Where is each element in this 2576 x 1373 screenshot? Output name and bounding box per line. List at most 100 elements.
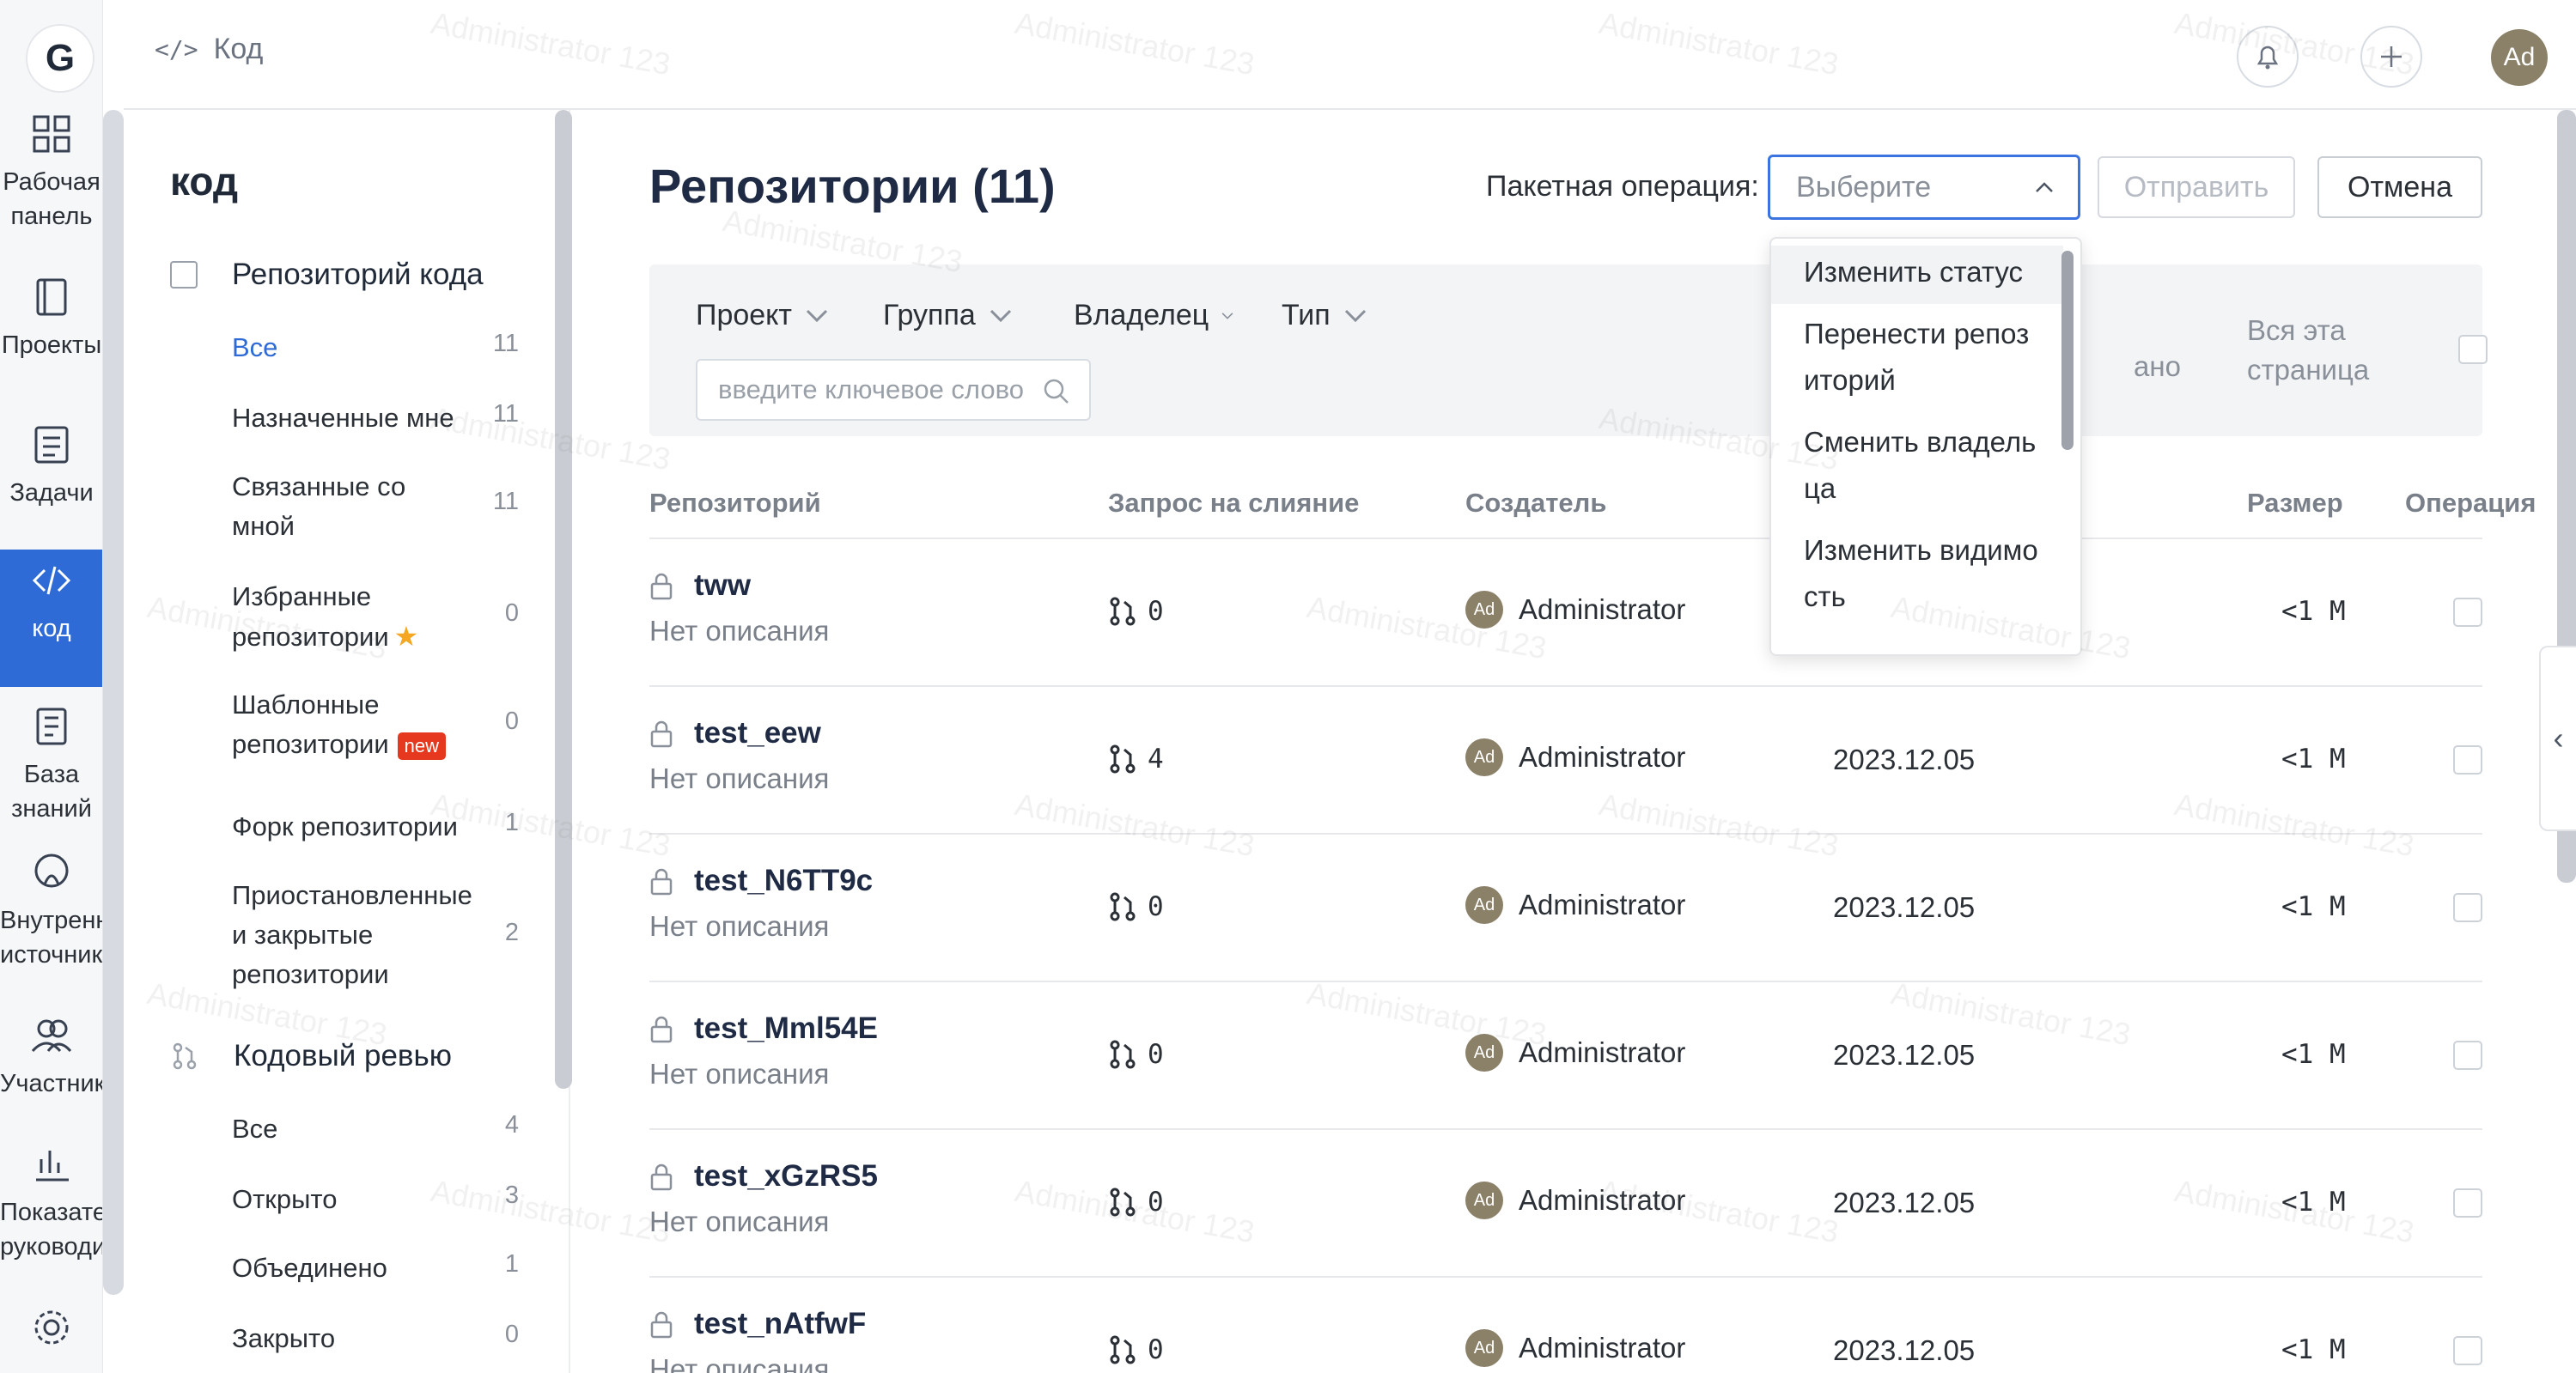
- sidebar-item-label: Шаблонные репозитории: [232, 690, 389, 759]
- top-bar: </> Код: [124, 0, 2576, 110]
- app-rail: G Рабочая панель Проекты Задачи код База…: [0, 0, 103, 1373]
- plus-icon: [2381, 46, 2402, 67]
- sidebar-count: 11: [492, 488, 519, 515]
- merge-request-count[interactable]: 0: [1108, 1039, 1164, 1070]
- sidebar-item-assigned[interactable]: Назначенные мне: [232, 398, 515, 438]
- app-logo[interactable]: G: [26, 24, 94, 93]
- batch-operation-select[interactable]: Выберите: [1768, 155, 2080, 220]
- merge-request-count[interactable]: 0: [1108, 596, 1164, 627]
- repo-name[interactable]: test_xGzRS5: [694, 1159, 878, 1194]
- code-sidebar: код Репозиторий кода Все 11 Назначенные …: [124, 110, 570, 1373]
- rail-scrollbar[interactable]: [103, 110, 124, 1295]
- sidebar-group-repositories[interactable]: Репозиторий кода: [170, 258, 484, 292]
- rail-item-projects[interactable]: Проекты: [0, 266, 102, 404]
- chevron-down-icon: [1344, 309, 1366, 322]
- row-checkbox[interactable]: [2453, 1041, 2482, 1070]
- source-icon: [34, 854, 69, 888]
- lock-icon: [650, 573, 673, 600]
- sidebar-item-all[interactable]: Все: [232, 328, 515, 368]
- creator-avatar: Ad: [1465, 1329, 1503, 1367]
- filter-owner[interactable]: Владелец: [1074, 299, 1234, 332]
- sidebar-count: 0: [504, 708, 519, 735]
- repo-size: <1 M: [2281, 1039, 2346, 1070]
- mr-value: 4: [1148, 744, 1164, 775]
- rail-item-members[interactable]: Участники: [0, 1005, 102, 1142]
- repo-size: <1 M: [2281, 596, 2346, 627]
- review-item-merged[interactable]: Объединено: [232, 1248, 515, 1288]
- sidebar-item-forks[interactable]: Форк репозитории: [232, 807, 515, 847]
- repo-name[interactable]: test_N6TT9c: [694, 864, 873, 898]
- search-input[interactable]: введите ключевое слово: [696, 359, 1091, 421]
- option-change-status[interactable]: Изменить статус: [1771, 246, 2063, 304]
- filter-group[interactable]: Группа: [883, 299, 1014, 332]
- select-placeholder: Выберите: [1796, 170, 1932, 204]
- rail-label: код: [32, 615, 71, 642]
- col-creator: Создатель: [1465, 488, 1607, 518]
- cancel-button[interactable]: Отмена: [2317, 156, 2482, 218]
- repo-name[interactable]: test_nAtfwF: [694, 1307, 866, 1341]
- repo-size: <1 M: [2281, 1334, 2346, 1365]
- merge-request-count[interactable]: 0: [1108, 1187, 1164, 1218]
- merge-request-count[interactable]: 0: [1108, 891, 1164, 922]
- row-checkbox[interactable]: [2453, 893, 2482, 922]
- dropdown-scrollbar[interactable]: [2061, 251, 2074, 450]
- filter-type[interactable]: Тип: [1282, 299, 1368, 332]
- mr-value: 0: [1148, 1334, 1164, 1365]
- filter-project[interactable]: Проект: [696, 299, 830, 332]
- sidebar-item-related[interactable]: Связанные со мной: [232, 467, 447, 546]
- group-label: Репозиторий кода: [232, 258, 484, 291]
- sidebar-item-templates[interactable]: Шаблонные репозитории new: [232, 685, 472, 764]
- option-change-visibility[interactable]: Изменить видимо сть: [1771, 527, 2063, 620]
- filter-label: Владелец: [1074, 299, 1209, 331]
- sidebar-scrollbar[interactable]: [555, 110, 572, 1089]
- rail-item-code[interactable]: код: [0, 550, 102, 687]
- repo-name[interactable]: test_eew: [694, 716, 821, 750]
- rail-item-sources[interactable]: Внутренние источники: [0, 841, 102, 979]
- created-date: 2023.12.05: [1833, 1187, 1976, 1218]
- repo-description: Нет описания: [649, 1058, 830, 1090]
- sidebar-count: 11: [492, 330, 519, 357]
- table-row[interactable]: test_Mml54E Нет описания 0 Ad Administra…: [649, 982, 2482, 1130]
- rail-item-metrics[interactable]: Показатели руководителя: [0, 1133, 102, 1271]
- submit-button[interactable]: Отправить: [2098, 156, 2295, 218]
- rail-item-settings[interactable]: [0, 1297, 102, 1373]
- rail-item-tasks[interactable]: Задачи: [0, 414, 102, 551]
- table-row[interactable]: test_eew Нет описания 4 Ad Administrator…: [649, 687, 2482, 835]
- breadcrumb-label: Код: [213, 33, 264, 65]
- merge-request-count[interactable]: 0: [1108, 1334, 1164, 1365]
- breadcrumb[interactable]: </> Код: [155, 33, 263, 66]
- row-checkbox[interactable]: [2453, 598, 2482, 627]
- collapse-panel-button[interactable]: ‹: [2539, 646, 2576, 831]
- rail-item-knowledge[interactable]: База знаний: [0, 696, 102, 833]
- row-checkbox[interactable]: [2453, 1336, 2482, 1365]
- table-row[interactable]: test_nAtfwF Нет описания 0 Ad Administra…: [649, 1278, 2482, 1373]
- page-title: Репозитории (11): [649, 159, 1056, 213]
- review-item-closed[interactable]: Закрыто: [232, 1319, 515, 1358]
- user-avatar[interactable]: Ad: [2491, 29, 2548, 86]
- table-row[interactable]: test_xGzRS5 Нет описания 0 Ad Administra…: [649, 1130, 2482, 1278]
- sidebar-item-archived[interactable]: Приостановленные и закрытые репозитории: [232, 876, 481, 994]
- dashboard-icon: [33, 115, 70, 153]
- merge-request-count[interactable]: 4: [1108, 744, 1164, 775]
- sidebar-count: 4: [504, 1111, 519, 1139]
- repo-name[interactable]: tww: [694, 568, 751, 603]
- sidebar-item-favorites[interactable]: Избранные репозитории ★: [232, 577, 455, 657]
- review-item-open[interactable]: Открыто: [232, 1180, 515, 1219]
- merge-request-icon: [173, 1042, 197, 1070]
- review-item-all[interactable]: Все: [232, 1109, 515, 1149]
- filter-label: Тип: [1282, 299, 1331, 331]
- mr-value: 0: [1148, 596, 1164, 627]
- row-checkbox[interactable]: [2453, 1188, 2482, 1218]
- select-page-checkbox[interactable]: [2458, 335, 2488, 364]
- option-change-owner[interactable]: Сменить владель ца: [1771, 419, 2063, 512]
- notifications-button[interactable]: [2237, 26, 2299, 88]
- repo-name[interactable]: test_Mml54E: [694, 1012, 878, 1046]
- table-row[interactable]: test_N6TT9c Нет описания 0 Ad Administra…: [649, 835, 2482, 982]
- rail-item-dashboard[interactable]: Рабочая панель: [0, 103, 102, 240]
- sidebar-group-review[interactable]: Кодовый ревью: [170, 1039, 452, 1073]
- table-row[interactable]: tww Нет описания 0 Ad Administrator <1 M: [649, 539, 2482, 687]
- option-transfer-repository[interactable]: Перенести репоз иторий: [1771, 311, 2063, 404]
- create-button[interactable]: [2360, 26, 2422, 88]
- creator: Ad Administrator: [1465, 1034, 1685, 1072]
- row-checkbox[interactable]: [2453, 745, 2482, 775]
